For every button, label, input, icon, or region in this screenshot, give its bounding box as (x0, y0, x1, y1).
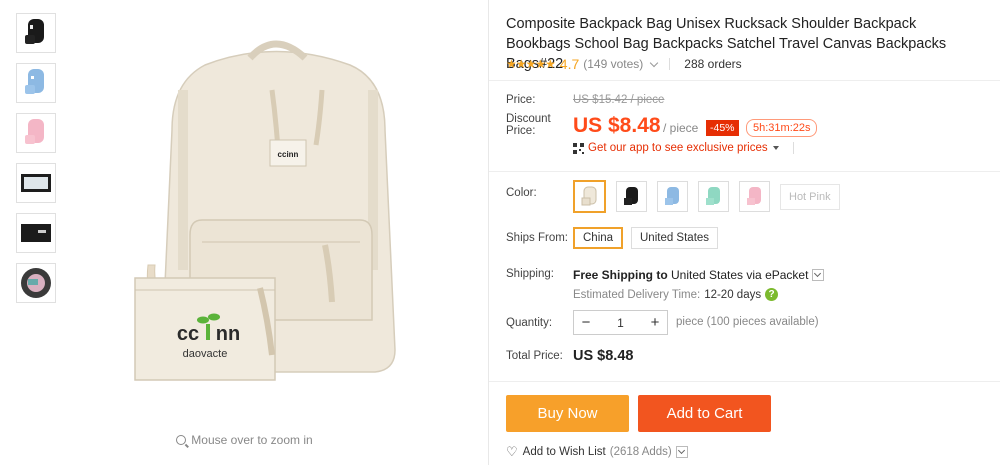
thumbnail-list (16, 13, 58, 313)
thumbnail-black-purse[interactable] (16, 213, 56, 253)
delivery-estimate: Estimated Delivery Time: 12-20 days ? (573, 288, 779, 301)
countdown-timer: 5h:31m:22s (746, 119, 818, 137)
quantity-stepper: − 1 + (573, 310, 668, 335)
product-details: Composite Backpack Bag Unisex Rucksack S… (489, 0, 1000, 465)
original-price: US $15.42 / piece (573, 94, 665, 106)
discount-price-label: Discount Price: (506, 113, 551, 137)
divider (669, 58, 671, 70)
product-options: Color: Hot Pink Ships From: China United… (489, 171, 1000, 382)
quantity-availability: piece (100 pieces available) (676, 316, 819, 328)
shipping-destination: United States via ePacket (671, 268, 809, 282)
discount-label-line1: Discount (506, 113, 551, 125)
ships-from-label: Ships From: (506, 232, 568, 244)
product-gallery: ccinn cc nn daovacte Mouse over to zoom … (0, 0, 489, 465)
votes-count[interactable]: (149 votes) (583, 57, 643, 71)
buy-now-button[interactable]: Buy Now (506, 395, 629, 432)
rating-row: ★★★★★ 4.7 (149 votes) 288 orders (506, 56, 742, 72)
price-unit: / piece (663, 121, 699, 135)
total-price-value: US $8.48 (573, 348, 634, 364)
purchase-actions: Buy Now Add to Cart ♡ Add to Wish List (… (489, 381, 1000, 466)
shipping-free-text: Free Shipping to (573, 268, 668, 282)
orders-count: 288 orders (684, 57, 742, 71)
help-icon[interactable]: ? (765, 288, 779, 301)
shipping-label: Shipping: (506, 268, 554, 280)
total-price-label: Total Price: (506, 350, 563, 362)
svg-text:daovacte: daovacte (183, 348, 228, 360)
svg-text:nn: nn (216, 323, 240, 345)
chevron-down-icon[interactable] (650, 58, 659, 67)
app-promo-link[interactable]: Get our app to see exclusive prices (573, 142, 794, 154)
color-option-hot-pink[interactable]: Hot Pink (780, 184, 840, 210)
star-rating-icon: ★★★★★ (506, 57, 556, 71)
color-swatches: Hot Pink (573, 180, 840, 213)
zoom-hint: Mouse over to zoom in (0, 433, 489, 447)
main-product-image[interactable]: ccinn cc nn daovacte (110, 20, 440, 415)
divider (792, 142, 794, 154)
wishlist-count: (2618 Adds) (609, 446, 672, 458)
delivery-days: 12-20 days (704, 288, 762, 301)
current-price: US $8.48 (573, 114, 661, 137)
zoom-hint-text: Mouse over to zoom in (191, 433, 313, 447)
thumbnail-pencil-case[interactable] (16, 163, 56, 203)
shipping-dropdown-icon[interactable] (812, 269, 825, 281)
ships-from-united-states[interactable]: United States (631, 227, 719, 249)
color-label: Color: (506, 187, 537, 199)
wishlist-dropdown-icon[interactable] (675, 446, 688, 458)
price-label: Price: (506, 94, 536, 106)
add-to-cart-button[interactable]: Add to Cart (638, 395, 771, 432)
magnifier-icon (176, 435, 187, 445)
color-swatch-green[interactable] (698, 181, 729, 212)
delivery-label: Estimated Delivery Time: (573, 288, 701, 301)
quantity-input[interactable]: 1 (598, 316, 643, 330)
shipping-info: Free Shipping to United States via ePack… (573, 268, 825, 282)
app-promo-text[interactable]: Get our app to see exclusive prices (588, 142, 768, 154)
thumbnail-black-backpack[interactable] (16, 13, 56, 53)
wishlist-label[interactable]: Add to Wish List (523, 446, 606, 458)
thumbnail-pink-backpack[interactable] (16, 113, 56, 153)
caret-down-icon[interactable] (772, 146, 779, 150)
discount-badge: -45% (706, 120, 739, 136)
color-swatch-pink[interactable] (739, 181, 770, 212)
svg-text:cc: cc (177, 323, 199, 345)
color-swatch-beige[interactable] (573, 180, 606, 213)
discount-label-line2: Price: (506, 125, 536, 137)
quantity-decrease-button[interactable]: − (574, 314, 598, 331)
quantity-label: Quantity: (506, 317, 553, 329)
qr-code-icon (573, 142, 584, 154)
rating-value: 4.7 (559, 56, 580, 72)
heart-icon[interactable]: ♡ (506, 444, 518, 460)
quantity-increase-button[interactable]: + (643, 314, 667, 331)
thumbnail-blue-backpack[interactable] (16, 63, 56, 103)
ships-from-china[interactable]: China (573, 227, 624, 249)
color-swatch-blue[interactable] (657, 181, 688, 212)
price-block: Price: US $15.42 / piece Discount Price:… (489, 80, 1000, 171)
thumbnail-interior-view[interactable] (16, 263, 56, 303)
svg-text:ccinn: ccinn (278, 150, 299, 159)
color-swatch-black[interactable] (616, 181, 647, 212)
add-to-wishlist[interactable]: ♡ Add to Wish List (2618 Adds) (506, 444, 688, 460)
